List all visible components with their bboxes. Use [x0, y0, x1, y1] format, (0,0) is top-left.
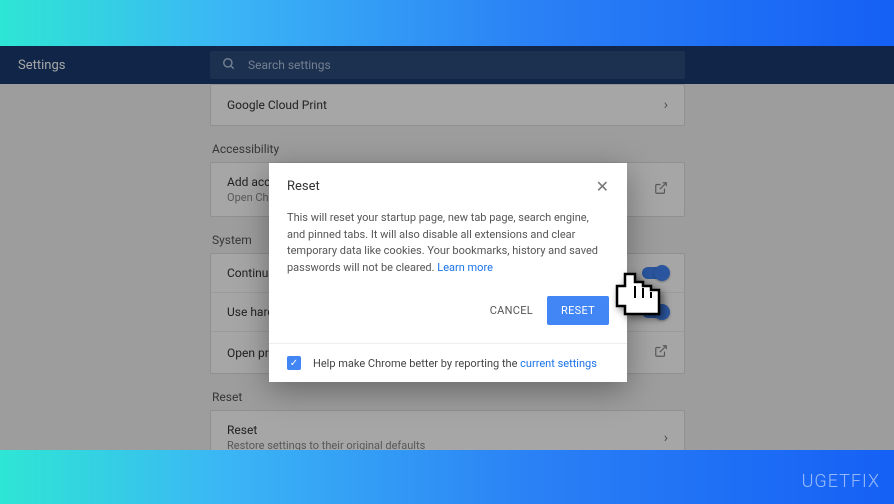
dialog-body: This will reset your startup page, new t… [269, 204, 627, 290]
dialog-title: Reset [287, 179, 320, 194]
check-icon: ✓ [290, 358, 298, 369]
reset-button[interactable]: RESET [547, 296, 609, 325]
cancel-button[interactable]: CANCEL [490, 304, 533, 317]
close-button[interactable]: ✕ [596, 177, 609, 196]
watermark: UGETFIX [802, 471, 880, 492]
reset-dialog: Reset ✕ This will reset your startup pag… [269, 163, 627, 382]
help-text-container: Help make Chrome better by reporting the… [313, 357, 597, 370]
current-settings-link[interactable]: current settings [520, 357, 597, 370]
help-text: Help make Chrome better by reporting the [313, 357, 520, 370]
cursor-pointer-icon [607, 266, 677, 321]
help-checkbox[interactable]: ✓ [287, 356, 301, 370]
learn-more-link[interactable]: Learn more [437, 261, 493, 274]
close-icon: ✕ [596, 177, 609, 196]
